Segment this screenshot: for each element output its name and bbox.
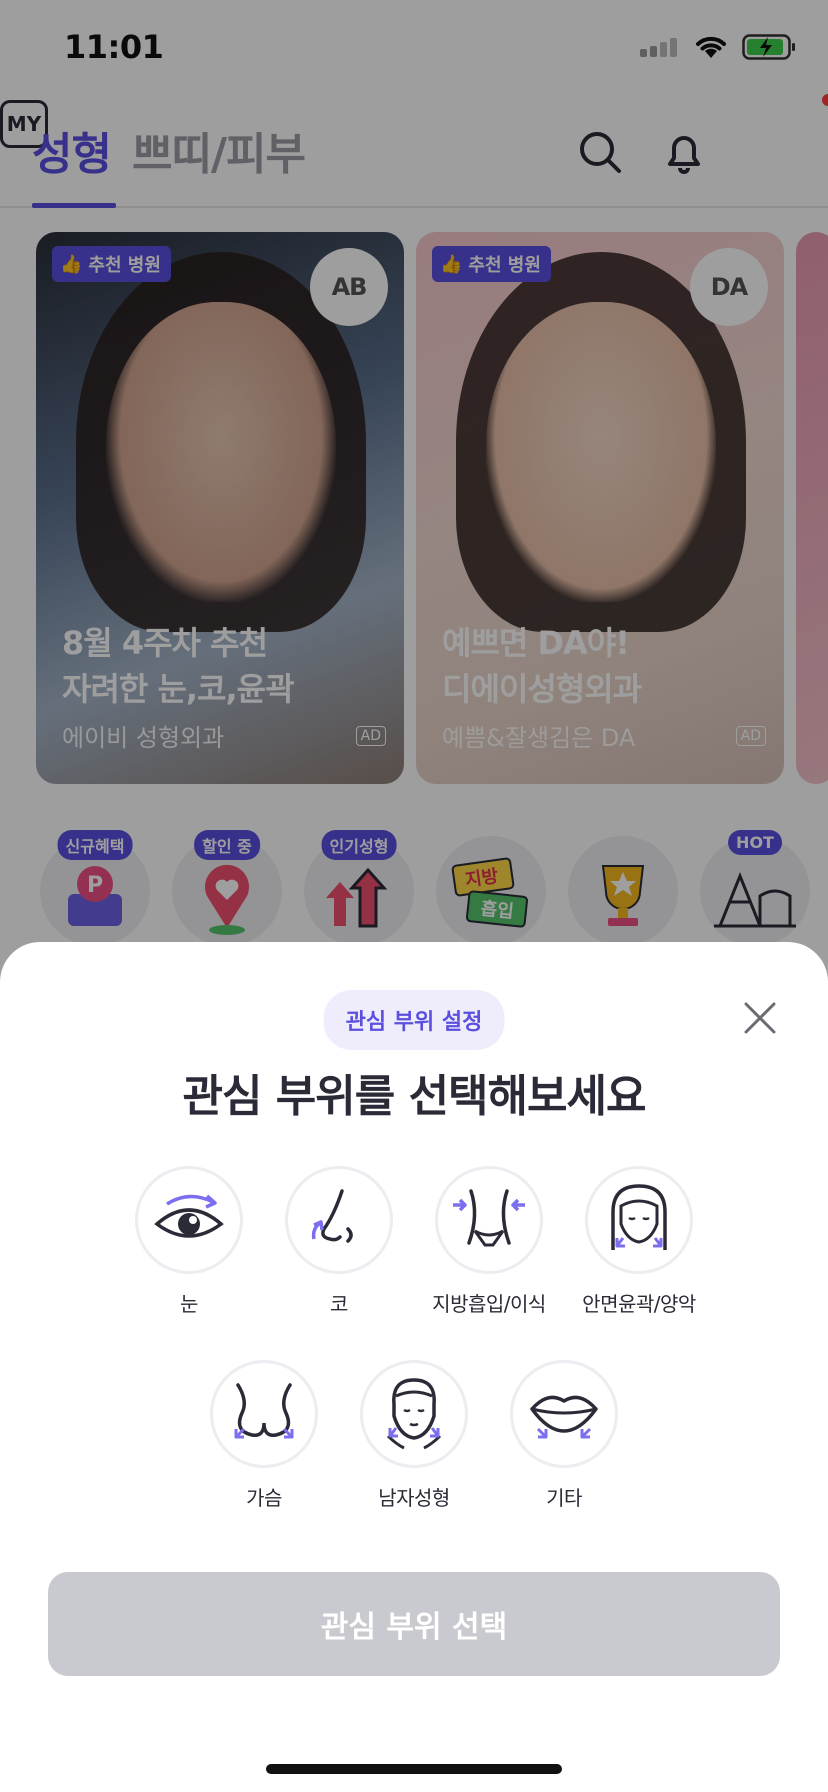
face-contour-icon bbox=[611, 1184, 667, 1250]
part-icon-circle bbox=[435, 1166, 543, 1274]
part-icon-circle bbox=[135, 1166, 243, 1274]
part-label: 기타 bbox=[546, 1486, 582, 1510]
interest-area-sheet: 관심 부위 설정 관심 부위를 선택해보세요 눈 코 지방흡입/이식 안면윤곽/… bbox=[0, 942, 828, 1792]
sheet-title: 관심 부위를 선택해보세요 bbox=[182, 1071, 647, 1122]
part-label: 남자성형 bbox=[378, 1486, 450, 1510]
sheet-header-chip: 관심 부위 설정 bbox=[323, 990, 505, 1050]
part-label: 지방흡입/이식 bbox=[432, 1292, 546, 1316]
part-option-chest[interactable]: 가슴 bbox=[189, 1360, 339, 1511]
male-face-icon bbox=[386, 1378, 442, 1450]
select-interest-button[interactable]: 관심 부위 선택 bbox=[48, 1572, 780, 1676]
part-option-male[interactable]: 남자성형 bbox=[339, 1360, 489, 1511]
part-option-etc[interactable]: 기타 bbox=[489, 1360, 639, 1511]
eye-icon bbox=[154, 1194, 224, 1238]
part-icon-circle bbox=[210, 1360, 318, 1468]
chest-icon bbox=[234, 1383, 294, 1439]
part-icon-circle bbox=[360, 1360, 468, 1468]
part-label: 눈 bbox=[180, 1292, 198, 1316]
part-icon-circle bbox=[585, 1166, 693, 1274]
lips-icon bbox=[530, 1395, 598, 1439]
waist-icon bbox=[453, 1189, 525, 1247]
part-icon-circle bbox=[285, 1166, 393, 1274]
nose-icon bbox=[311, 1189, 353, 1243]
part-option-liposuction[interactable]: 지방흡입/이식 bbox=[414, 1166, 564, 1317]
part-option-eye[interactable]: 눈 bbox=[114, 1166, 264, 1317]
close-icon[interactable] bbox=[742, 1000, 778, 1036]
part-label: 가슴 bbox=[246, 1486, 282, 1510]
part-label: 코 bbox=[330, 1292, 348, 1316]
home-indicator bbox=[266, 1764, 562, 1774]
part-label: 안면윤곽/양악 bbox=[582, 1292, 696, 1316]
part-option-face-contour[interactable]: 안면윤곽/양악 bbox=[564, 1166, 714, 1317]
part-option-nose[interactable]: 코 bbox=[264, 1166, 414, 1317]
part-icon-circle bbox=[510, 1360, 618, 1468]
